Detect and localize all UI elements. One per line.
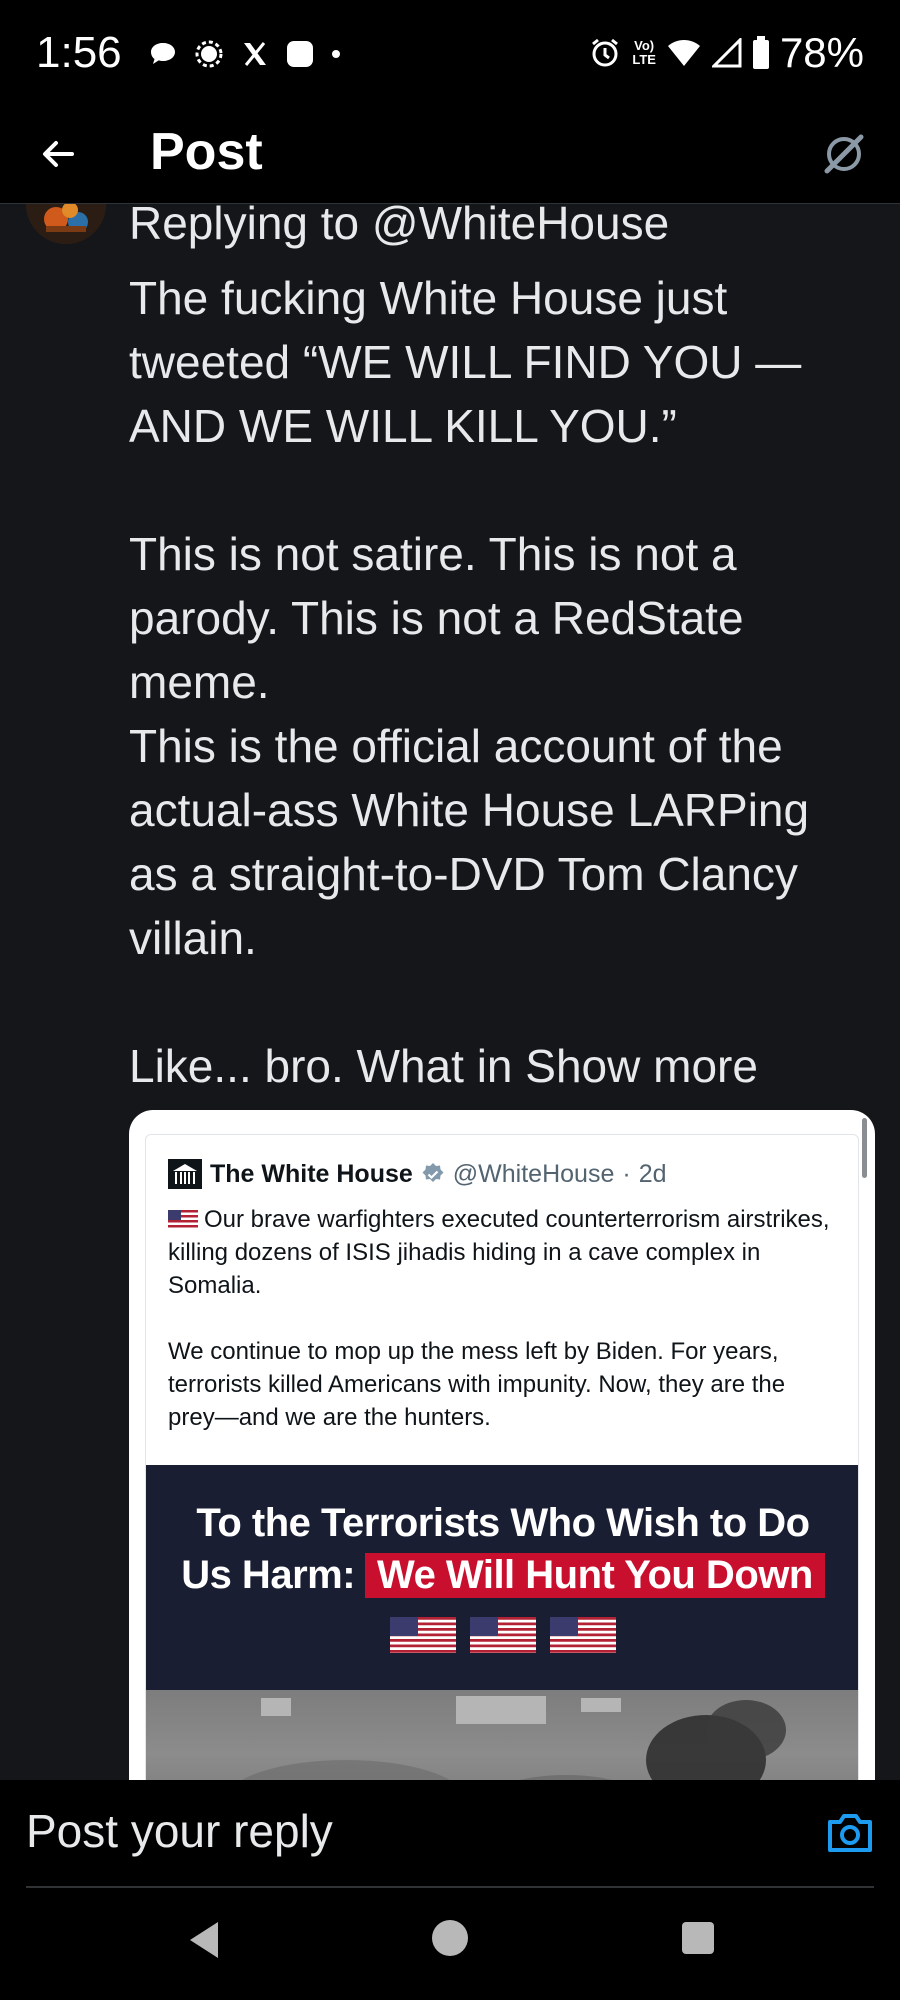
messages-icon	[151, 43, 175, 64]
quoted-post-screenshot: The White House @WhiteHouse · 2d Our bra…	[145, 1134, 859, 1780]
battery-percent: 78%	[779, 29, 864, 76]
volte-label-top: Vo)	[634, 38, 655, 53]
volte-icon: Vo) LTE	[632, 39, 656, 67]
quoted-paragraph: We continue to mop up the mess left by B…	[168, 1338, 786, 1431]
reply-input[interactable]: Post your reply	[26, 1804, 333, 1858]
notification-icons	[148, 34, 342, 74]
verified-badge-icon	[422, 1163, 444, 1182]
page-title: Post	[150, 123, 263, 181]
us-flag-icon	[168, 1210, 198, 1230]
tweet-last-line: Like... bro. What in Show more	[129, 1034, 869, 1098]
tweet-paragraph: This is not satire. This is not a parody…	[129, 528, 744, 708]
nav-home-icon[interactable]	[432, 1920, 468, 1956]
status-bar: 1:56 Vo) LTE 78%	[0, 0, 900, 104]
us-flag-icon	[390, 1617, 456, 1653]
tweet-paragraph: This is the official account of the actu…	[129, 720, 810, 964]
quoted-author-name: The White House	[210, 1159, 413, 1188]
nav-recents-icon[interactable]	[682, 1922, 714, 1954]
status-time: 1:56	[36, 28, 122, 77]
airstrike-image	[242, 1696, 786, 1780]
tweet-paragraph: The fucking White House just tweeted “WE…	[129, 272, 802, 452]
show-more-link[interactable]: Show more	[525, 1040, 758, 1092]
quoted-paragraph-text: Our brave warfighters executed counterte…	[168, 1206, 830, 1299]
tweet-truncated-text: Like... bro. What in	[129, 1040, 513, 1092]
cell-signal-icon	[711, 38, 742, 68]
quoted-paragraph: Our brave warfighters executed counterte…	[168, 1203, 838, 1302]
banner-prefix: Us Harm:	[181, 1553, 356, 1597]
us-flag-icon	[550, 1617, 616, 1653]
tweet-text: The fucking White House just tweeted “WE…	[129, 266, 869, 1098]
white-house-logo-icon	[168, 1159, 202, 1189]
app-square-icon	[287, 41, 313, 67]
top-app-bar: Post	[0, 104, 900, 204]
volte-label-bottom: LTE	[632, 52, 656, 67]
system-icons: Vo) LTE 78%	[588, 28, 864, 78]
quoted-paragraph	[168, 1302, 838, 1335]
reply-composer[interactable]: Post your reply	[0, 1780, 900, 1888]
tweet-paragraph	[129, 458, 869, 522]
quoted-age: 2d	[638, 1159, 667, 1188]
back-button[interactable]	[30, 126, 86, 182]
replying-to[interactable]: Replying to @WhiteHouse	[129, 204, 669, 250]
banner-subline: Us Harm: We Will Hunt You Down	[146, 1553, 858, 1598]
dot-icon	[332, 50, 340, 58]
camera-icon[interactable]	[826, 1810, 874, 1854]
signal-app-icon	[195, 40, 223, 68]
us-flag-icon	[470, 1617, 536, 1653]
system-nav-bar	[0, 1888, 900, 2000]
hunt-banner: To the Terrorists Who Wish to Do Us Harm…	[146, 1465, 858, 1690]
back-arrow-icon	[43, 141, 74, 167]
alarm-icon	[592, 38, 619, 67]
quoted-post-header: The White House @WhiteHouse · 2d	[168, 1157, 667, 1191]
battery-icon	[752, 36, 769, 69]
grok-icon	[824, 134, 864, 174]
wifi-icon	[667, 40, 700, 66]
media-scrollbar	[862, 1118, 867, 1178]
avatar[interactable]	[26, 204, 106, 244]
grok-button[interactable]	[814, 124, 874, 184]
nav-back-icon[interactable]	[184, 1918, 224, 1962]
banner-flags	[146, 1617, 858, 1653]
media-attachment[interactable]: The White House @WhiteHouse · 2d Our bra…	[129, 1110, 875, 1780]
post-thread: Replying to @WhiteHouse The fucking Whit…	[0, 204, 900, 1780]
quoted-separator: ·	[622, 1159, 631, 1188]
quoted-post-text: Our brave warfighters executed counterte…	[168, 1203, 838, 1434]
banner-highlight: We Will Hunt You Down	[365, 1553, 825, 1598]
banner-headline: To the Terrorists Who Wish to Do	[196, 1501, 810, 1545]
x-icon	[244, 42, 266, 66]
airstrike-photo	[146, 1690, 858, 1780]
tweet-paragraph	[129, 970, 869, 1034]
avatar-image	[26, 204, 106, 244]
quoted-author-handle: @WhiteHouse	[452, 1159, 615, 1188]
